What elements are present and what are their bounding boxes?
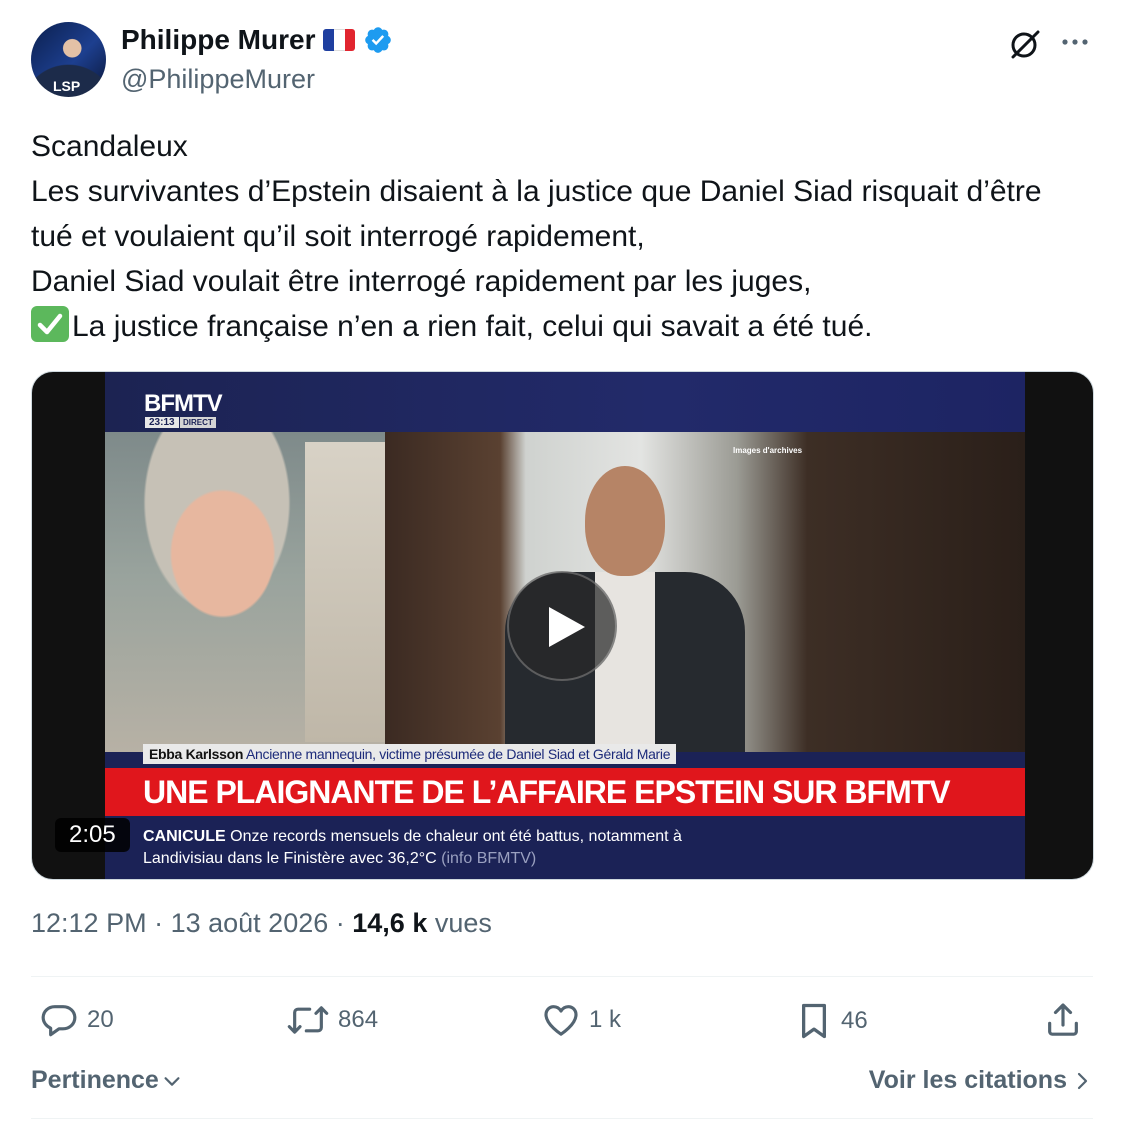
avatar-text: LSP	[53, 78, 81, 94]
archive-label: Images d'archives	[733, 446, 803, 455]
bfm-top-bar	[105, 372, 1025, 432]
tweet-header: LSP Philippe Murer @PhilippeMurer	[31, 22, 1093, 100]
check-mark-button-emoji-icon	[31, 306, 69, 342]
heart-icon	[544, 1005, 578, 1036]
reply-count: 20	[87, 1006, 114, 1033]
repost-count: 864	[338, 1006, 379, 1033]
like-button[interactable]: 1 k	[541, 1000, 621, 1040]
view-quotes-link[interactable]: Voir les citations	[869, 1066, 1089, 1095]
bfm-live-label: DIRECT	[180, 417, 216, 428]
ticker-source: (info BFMTV)	[441, 850, 537, 867]
divider	[31, 976, 1093, 977]
tweet-line-with-emoji: La justice française n’en a rien fait, c…	[31, 304, 1091, 349]
repost-icon	[287, 1006, 329, 1034]
bookmark-button[interactable]: 46	[795, 1000, 868, 1042]
bfm-time: 23:13	[145, 417, 179, 428]
french-flag-icon	[323, 29, 356, 51]
caption-role: Ancienne mannequin, victime présumée de …	[245, 746, 671, 762]
avatar[interactable]: LSP	[31, 22, 106, 97]
ticker-line-2: Landivisiau dans le Finistère avec 36,2°…	[143, 850, 437, 867]
chevron-right-icon	[1077, 1072, 1088, 1089]
bookmark-icon	[801, 1003, 827, 1039]
meta-separator: ·	[335, 908, 353, 938]
lower-third-caption: Ebba Karlsson Ancienne mannequin, victim…	[143, 744, 677, 764]
ticker-label: CANICULE	[143, 828, 226, 845]
meta-separator: ·	[154, 908, 171, 938]
author-name-row: Philippe Murer	[121, 24, 393, 56]
tweet-text: Scandaleux Les survivantes d’Epstein disa…	[31, 124, 1091, 349]
tweet-line: Les survivantes d’Epstein disaient à la …	[31, 175, 1042, 253]
divider	[31, 1118, 1093, 1119]
chevron-down-icon	[164, 1076, 180, 1086]
tweet-actions: 20 864 1 k 46	[31, 1000, 1093, 1048]
reply-icon	[41, 1005, 77, 1037]
share-button[interactable]	[1043, 1000, 1083, 1040]
views-label: vues	[434, 908, 492, 938]
play-icon	[549, 607, 585, 647]
news-ticker: CANICULE Onze records mensuels de chaleu…	[105, 816, 1025, 879]
interview-woman-panel	[105, 432, 385, 752]
like-count: 1 k	[589, 1006, 622, 1033]
tweet-date[interactable]: 13 août 2026	[171, 908, 329, 938]
reply-button[interactable]: 20	[39, 1000, 114, 1040]
author-handle[interactable]: @PhilippeMurer	[121, 64, 315, 95]
tweet-time[interactable]: 12:12 PM	[31, 908, 147, 938]
grok-icon[interactable]	[1007, 26, 1043, 62]
archive-man-head	[585, 466, 665, 576]
tweet-line: La justice française n’en a rien fait, c…	[72, 310, 873, 343]
view-quotes-label: Voir les citations	[868, 1066, 1067, 1094]
sort-label: Pertinence	[31, 1066, 159, 1094]
views-count: 14,6 k	[352, 908, 428, 938]
video-player[interactable]: BFMTV 23:13 DIRECT Images d'archives Ebb…	[31, 371, 1094, 880]
sort-dropdown[interactable]: Pertinence	[31, 1066, 183, 1095]
more-options-icon[interactable]	[1059, 24, 1091, 60]
share-icon	[1048, 1003, 1078, 1036]
play-button[interactable]	[507, 571, 617, 681]
caption-name: Ebba Karlsson	[149, 746, 244, 762]
tweet-meta: 12:12 PM · 13 août 2026 · 14,6 k vues	[31, 908, 492, 939]
repost-button[interactable]: 864	[286, 1000, 378, 1040]
video-duration: 2:05	[55, 818, 130, 852]
bfm-headline-banner: UNE PLAIGNANTE DE L’AFFAIRE EPSTEIN SUR …	[105, 768, 1025, 816]
bookmark-count: 46	[841, 1007, 868, 1034]
tweet-line: Scandaleux	[31, 130, 188, 163]
verified-badge-icon	[365, 27, 392, 53]
author-name[interactable]: Philippe Murer	[121, 24, 315, 56]
bookshelf	[305, 442, 385, 742]
ticker-line-1: Onze records mensuels de chaleur ont été…	[230, 828, 682, 845]
tweet-line: Daniel Siad voulait être interrogé rapid…	[31, 265, 812, 298]
replies-toolbar: Pertinence Voir les citations	[31, 1062, 1093, 1102]
bfm-logo: BFMTV	[144, 390, 223, 417]
